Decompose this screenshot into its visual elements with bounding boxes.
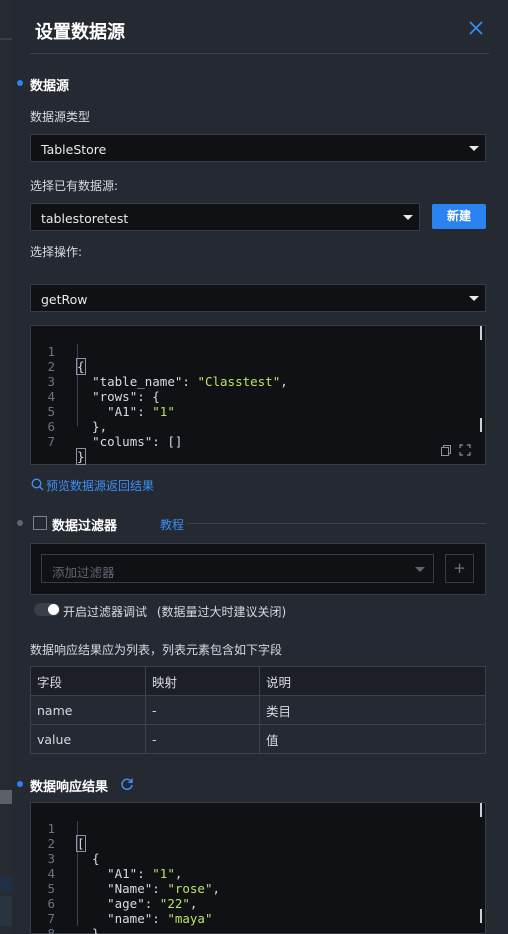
refresh-icon[interactable]	[120, 777, 134, 791]
chevron-down-icon	[469, 146, 479, 151]
add-filter-button[interactable]: +	[445, 554, 474, 583]
code-line: 6 "colums": []	[31, 404, 471, 449]
header-divider	[30, 53, 489, 54]
code-line: 3 "rows": {	[31, 359, 471, 404]
table-cell: -	[145, 724, 260, 754]
search-icon[interactable]	[31, 478, 44, 491]
code-line: 6 "name": "maya"	[31, 881, 471, 926]
table-row: value - 值	[30, 724, 486, 754]
tutorial-link[interactable]: 教程	[160, 516, 184, 533]
table-row: name - 类目	[30, 695, 486, 725]
table-cell: -	[145, 695, 260, 725]
code-text: }	[76, 448, 86, 465]
table-cell: 值	[259, 724, 486, 754]
close-icon[interactable]	[469, 21, 483, 35]
existing-datasource-select[interactable]: tablestoretest	[30, 203, 420, 231]
code-line: 8 ]	[31, 911, 471, 934]
filter-debug-label: 开启过滤器调试 (数据量过大时建议关闭)	[63, 603, 286, 620]
editor-scrollbar-bottom[interactable]	[480, 418, 482, 432]
preview-result-link[interactable]: 预览数据源返回结果	[46, 477, 154, 494]
datasource-type-value: TableStore	[41, 142, 107, 157]
datasource-settings-panel: 设置数据源 数据源 数据源类型 TableStore 选择已有数据源: tabl…	[12, 0, 508, 934]
line-number: 7	[47, 434, 55, 449]
filter-enable-checkbox[interactable]	[33, 516, 47, 530]
code-line: 4 "A1": "1"	[31, 374, 471, 419]
table-cell: value	[30, 724, 146, 754]
query-editor[interactable]: 1 { 2 "table_name": "Classtest", 3 "rows…	[30, 325, 486, 465]
code-text: }	[77, 926, 100, 934]
chevron-down-icon	[403, 215, 413, 220]
table-cell: 类目	[259, 695, 486, 725]
response-editor[interactable]: 1 [ 2 { 3 "A1": "1", 4 "Name": "rose", 5…	[30, 802, 486, 934]
code-line: 7 }	[31, 896, 471, 934]
chevron-down-icon	[469, 296, 479, 301]
panel-header: 设置数据源	[12, 0, 508, 54]
operation-value: getRow	[41, 292, 88, 307]
table-cell: name	[30, 695, 146, 725]
toggle-knob	[48, 604, 59, 615]
section-marker	[17, 80, 23, 86]
new-datasource-button[interactable]: 新建	[432, 204, 486, 229]
column-header: 说明	[259, 666, 486, 696]
section-marker	[17, 781, 23, 787]
filter-divider	[187, 523, 486, 524]
editor-scrollbar[interactable]	[480, 326, 482, 340]
column-header: 字段	[30, 666, 146, 696]
operation-label: 选择操作:	[30, 245, 83, 259]
editor-scrollbar-bottom[interactable]	[480, 909, 482, 923]
response-section-title: 数据响应结果	[30, 780, 109, 795]
copy-icon[interactable]	[440, 444, 452, 456]
code-line: 2 "table_name": "Classtest",	[31, 344, 471, 389]
datasource-type-select[interactable]: TableStore	[30, 134, 486, 162]
code-line: 5 },	[31, 389, 471, 434]
table-header-row: 字段 映射 说明	[30, 666, 486, 696]
section-marker	[17, 520, 23, 526]
line-number: 8	[47, 926, 55, 934]
fields-table: 字段 映射 说明 name - 类目 value - 值	[30, 666, 486, 754]
filter-section-title: 数据过滤器	[52, 519, 118, 534]
filter-debug-toggle[interactable]	[34, 603, 60, 616]
add-filter-placeholder: 添加过滤器	[52, 565, 115, 580]
code-line: 7 }	[31, 419, 471, 465]
code-text: "colums": []	[92, 434, 183, 449]
fullscreen-icon[interactable]	[459, 444, 471, 456]
filter-debug-note: (数据量过大时建议关闭)	[156, 605, 287, 619]
background-app	[0, 0, 12, 934]
code-line: 1 [	[31, 806, 471, 852]
column-header: 映射	[145, 666, 260, 696]
code-line: 1 {	[31, 329, 471, 375]
operation-select[interactable]: getRow	[30, 284, 486, 312]
code-line: 2 {	[31, 821, 471, 866]
existing-datasource-value: tablestoretest	[41, 211, 129, 226]
datasource-type-label: 数据源类型	[30, 110, 91, 124]
chevron-down-icon	[415, 567, 425, 572]
code-line: 4 "Name": "rose",	[31, 851, 471, 896]
existing-datasource-label: 选择已有数据源:	[30, 179, 119, 193]
filter-debug-text: 开启过滤器调试	[63, 605, 148, 619]
code-line: 5 "age": "22",	[31, 866, 471, 911]
fields-description: 数据响应结果应为列表，列表元素包含如下字段	[30, 643, 283, 657]
datasource-section-title: 数据源	[30, 79, 70, 94]
code-line: 3 "A1": "1",	[31, 836, 471, 881]
editor-scrollbar[interactable]	[480, 803, 482, 817]
add-filter-select[interactable]: 添加过滤器	[41, 554, 434, 583]
filter-container: 添加过滤器 +	[30, 543, 486, 595]
panel-title: 设置数据源	[35, 22, 125, 43]
